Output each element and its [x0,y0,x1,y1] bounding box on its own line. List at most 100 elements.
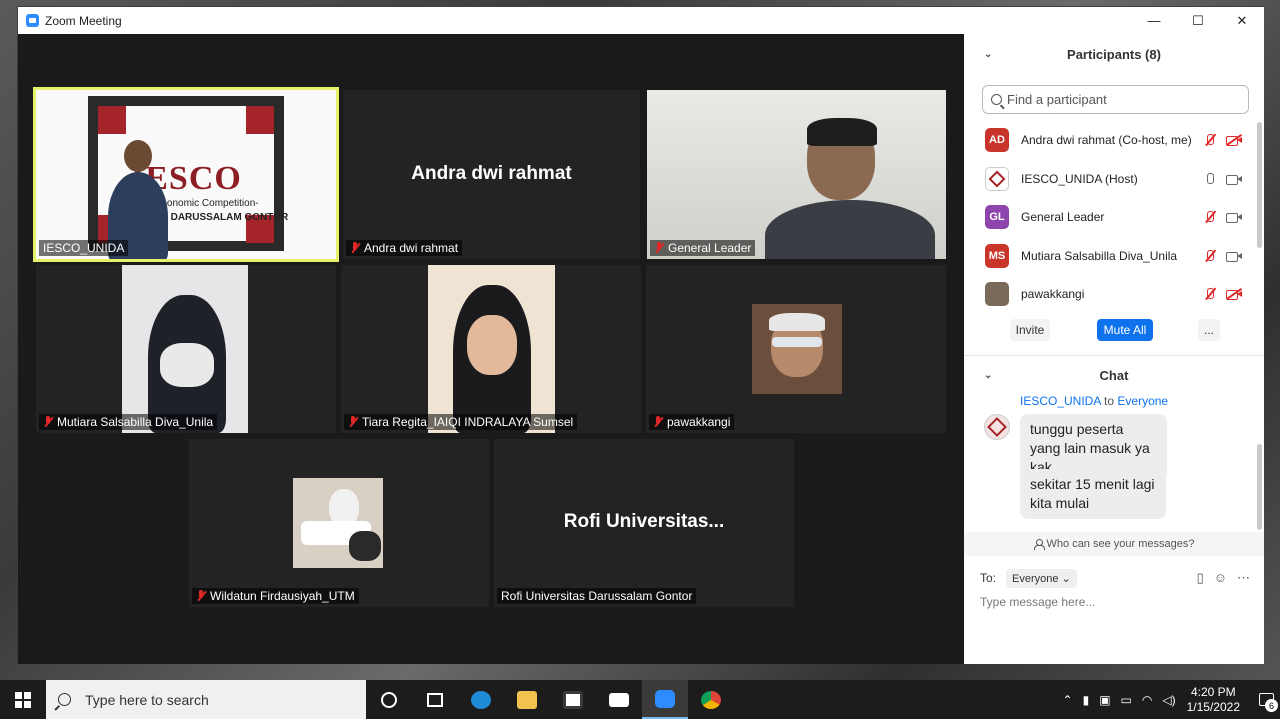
participant-search-input[interactable]: Find a participant [982,85,1249,114]
side-panel: ⌄ Participants (8) Find a participant AD… [964,34,1264,664]
video-icon[interactable] [1226,211,1242,224]
minimize-button[interactable]: — [1132,7,1176,34]
participant-row[interactable]: pawakkangi [964,275,1264,314]
participant-row[interactable]: GL General Leader [964,198,1264,237]
store-taskbar-icon[interactable] [550,680,596,719]
tile-nametag: Tiara Regita_IAIQI INDRALAYA Sumsel [344,414,578,430]
windows-icon [15,691,31,708]
edge-taskbar-icon[interactable] [458,680,504,719]
video-tile-mutiara[interactable]: Mutiara Salsabilla Diva_Unila [36,265,336,433]
participant-name: pawakkangi [1021,287,1085,302]
notification-badge: 6 [1265,699,1278,712]
recipient-select[interactable]: Everyone ⌄ [1006,568,1077,588]
collapse-chevron-icon[interactable]: ⌄ [984,49,992,60]
participant-name: Andra dwi rahmat (Co-host, me) [1021,133,1192,148]
participant-name: IESCO_UNIDA (Host) [1021,171,1138,186]
search-icon [991,94,1002,105]
more-icon[interactable]: ⋯ [1237,570,1250,586]
chat-message: sekitar 15 menit lagi kita mulai [1020,469,1166,519]
tile-nametag: pawakkangi [649,414,735,430]
battery-icon[interactable]: ▭ [1121,693,1132,707]
mute-all-button[interactable]: Mute All [1097,319,1153,341]
mic-muted-icon [43,416,53,428]
microphone-icon[interactable]: ▮ [1083,693,1090,707]
mail-taskbar-icon[interactable] [596,680,642,719]
collapse-chevron-icon[interactable]: ⌄ [984,370,992,381]
tile-nametag: Wildatun Firdausiyah_UTM [192,588,359,604]
person-icon [1033,539,1045,550]
participants-scrollbar[interactable] [1257,122,1262,248]
video-tile-pawakkangi[interactable]: pawakkangi [646,265,946,433]
start-button[interactable] [0,680,46,719]
mic-muted-icon [196,590,206,602]
tile-nametag: Andra dwi rahmat [346,240,463,256]
video-icon[interactable] [1226,250,1242,262]
emoji-icon[interactable]: ☺ [1214,570,1227,586]
mic-icon[interactable] [1203,172,1217,186]
mic-muted-icon[interactable] [1203,287,1217,301]
participant-row[interactable]: MS Mutiara Salsabilla Diva_Unila [964,237,1264,276]
title-bar: Zoom Meeting — ☐ ✕ [18,7,1264,34]
chat-avatar [984,414,1010,440]
avatar: AD [985,128,1009,153]
close-button[interactable]: ✕ [1220,7,1264,34]
video-tile-general-leader[interactable]: General Leader [647,90,946,259]
taskbar: Type here to search ⌃ ▮ ▣ ▭ ◠ ◁) 4:20 PM… [0,680,1280,719]
zoom-taskbar-icon[interactable] [642,680,688,719]
taskbar-search[interactable]: Type here to search [46,680,366,719]
notification-center-button[interactable]: 6 [1252,680,1280,719]
mic-muted-icon[interactable] [1203,133,1217,147]
invite-button[interactable]: Invite [1010,319,1050,341]
zoom-tray-icon[interactable]: ▣ [1099,693,1110,707]
clock[interactable]: 4:20 PM 1/15/2022 [1187,685,1240,715]
search-icon [58,693,71,706]
chat-sender-line: IESCO_UNIDA to Everyone [1020,394,1169,408]
video-gallery: IESCO -Islamic Economic Competition- UNI… [18,34,964,664]
video-tile-wildatun[interactable]: Wildatun Firdausiyah_UTM [189,439,489,607]
video-off-icon[interactable] [1226,134,1242,147]
window-title: Zoom Meeting [45,13,122,28]
participant-name: Mutiara Salsabilla Diva_Unila [1021,248,1178,263]
more-options-button[interactable]: ... [1198,319,1220,341]
avatar: MS [985,243,1009,268]
maximize-button[interactable]: ☐ [1176,7,1220,34]
video-tile-rofi[interactable]: Rofi Universitas... Rofi Universitas Dar… [494,439,794,607]
mic-muted-icon [654,242,664,254]
system-tray: ⌃ ▮ ▣ ▭ ◠ ◁) 4:20 PM 1/15/2022 6 [1058,680,1280,719]
mic-muted-icon[interactable] [1203,210,1217,224]
tile-nametag: IESCO_UNIDA [39,240,129,256]
who-can-see-link[interactable]: Who can see your messages? [964,532,1264,556]
cortana-button[interactable] [366,680,412,719]
video-tile-tiara[interactable]: Tiara Regita_IAIQI INDRALAYA Sumsel [341,265,641,433]
participant-list: AD Andra dwi rahmat (Co-host, me) IESCO_… [964,121,1264,314]
file-icon[interactable]: ▯ [1197,570,1204,586]
file-explorer-taskbar-icon[interactable] [504,680,550,719]
zoom-app-icon [26,14,39,27]
mic-muted-icon [348,416,358,428]
mic-muted-icon[interactable] [1203,249,1217,263]
tile-nametag: Mutiara Salsabilla Diva_Unila [39,414,218,430]
participant-row[interactable]: IESCO_UNIDA (Host) [964,160,1264,199]
chat-message-input[interactable]: Type message here... [980,595,1095,609]
volume-icon[interactable]: ◁) [1162,693,1175,707]
chat-header: ⌄ Chat [984,367,1129,383]
participant-row[interactable]: AD Andra dwi rahmat (Co-host, me) [964,121,1264,160]
chat-scrollbar[interactable] [1257,444,1262,530]
wifi-icon[interactable]: ◠ [1142,693,1152,707]
video-tile-iesco[interactable]: IESCO -Islamic Economic Competition- UNI… [33,87,339,262]
chevron-up-icon[interactable]: ⌃ [1063,693,1073,707]
task-view-button[interactable] [412,680,458,719]
avatar: GL [985,205,1009,230]
video-icon[interactable] [1226,173,1242,185]
avatar [985,282,1009,307]
zoom-window: Zoom Meeting — ☐ ✕ IESCO -Islamic Econom… [17,6,1264,664]
avatar [985,166,1009,191]
participant-name: General Leader [1021,210,1105,225]
video-off-icon[interactable] [1226,288,1242,301]
participants-header: ⌄ Participants (8) [984,46,1161,62]
tile-nametag: Rofi Universitas Darussalam Gontor [497,588,697,604]
video-tile-andra[interactable]: Andra dwi rahmat Andra dwi rahmat [343,90,640,259]
chrome-taskbar-icon[interactable] [688,680,734,719]
banner-image: IESCO -Islamic Economic Competition- UNI… [36,90,336,259]
tile-nametag: General Leader [650,240,756,256]
